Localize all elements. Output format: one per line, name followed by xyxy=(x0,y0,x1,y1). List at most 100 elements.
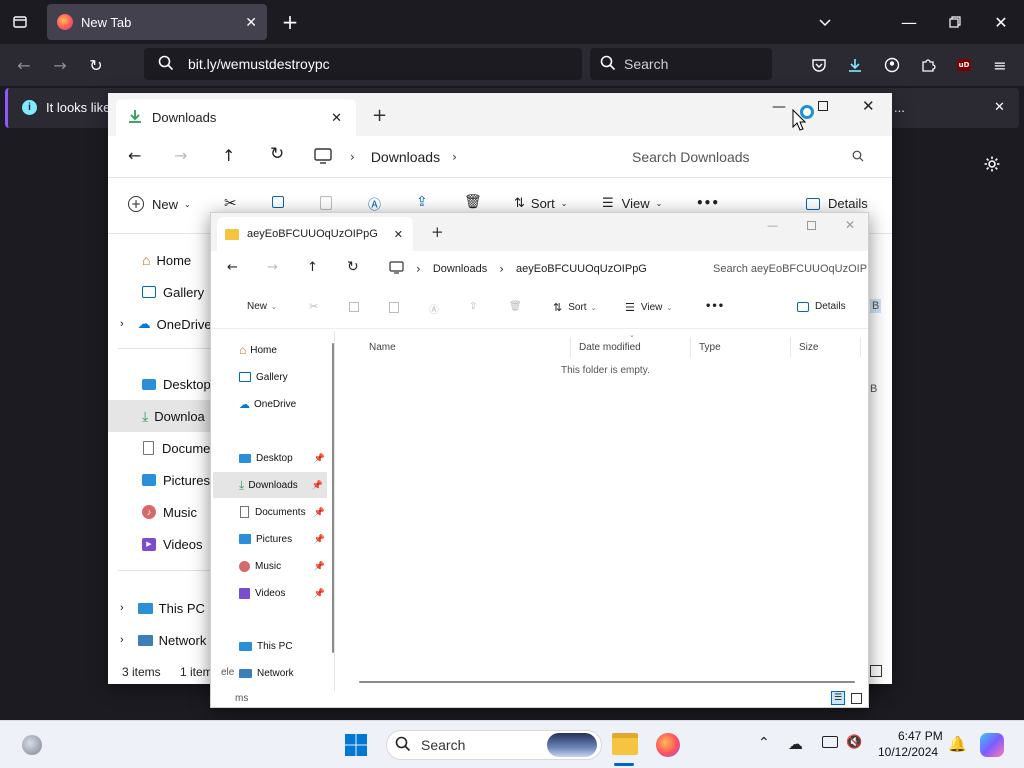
close-tab-icon[interactable]: ✕ xyxy=(394,228,403,241)
more-options-icon[interactable]: ••• xyxy=(696,196,719,210)
pin-icon[interactable]: 📌 xyxy=(314,561,325,572)
copy-icon[interactable] xyxy=(272,196,284,208)
minimize-icon[interactable]: — xyxy=(772,99,786,115)
pocket-icon[interactable] xyxy=(805,51,833,79)
share-icon[interactable]: ⇪ xyxy=(469,301,477,312)
delete-icon[interactable]: 🗑 xyxy=(464,194,482,210)
file-explorer-taskbar-icon[interactable] xyxy=(612,733,638,755)
details-view-icon[interactable]: ☰ xyxy=(831,691,845,705)
network-display-icon[interactable] xyxy=(822,736,838,748)
nav-item-network[interactable]: › Network xyxy=(108,624,212,656)
copilot-icon[interactable] xyxy=(980,733,1004,757)
nav-item-music[interactable]: ♪ Music xyxy=(108,496,212,528)
view-button[interactable]: ☰ View ⌄ xyxy=(602,196,662,211)
nav-item-documents[interactable]: Docume xyxy=(108,432,212,464)
nav-item-thispc[interactable]: › This PC xyxy=(108,592,212,624)
paste-icon[interactable] xyxy=(320,196,332,210)
nav-item-network[interactable]: Network xyxy=(225,660,329,686)
nav-item-home[interactable]: ⌂ Home xyxy=(108,244,212,276)
column-header-name[interactable]: Name xyxy=(361,337,571,357)
sort-button[interactable]: ⇅ Sort ⌄ xyxy=(553,301,596,314)
nav-item-downloads[interactable]: ⤓ Downloads 📌 xyxy=(213,472,327,498)
expand-chevron-icon[interactable]: › xyxy=(120,318,124,330)
list-tabs-chevron-icon[interactable] xyxy=(811,8,839,36)
nav-item-pictures[interactable]: Pictures xyxy=(108,464,212,496)
tiles-view-icon[interactable] xyxy=(870,665,882,677)
minimize-icon[interactable]: — xyxy=(895,8,923,36)
close-notice-icon[interactable]: ✕ xyxy=(994,99,1005,115)
clock-time[interactable]: 6:47 PM xyxy=(898,729,943,743)
nav-item-pictures[interactable]: Pictures 📌 xyxy=(225,526,329,552)
pin-icon[interactable]: 📌 xyxy=(314,534,325,545)
refresh-icon[interactable]: ↻ xyxy=(270,144,284,164)
back-arrow-icon[interactable]: ← xyxy=(10,51,38,79)
close-window-icon[interactable]: ✕ xyxy=(987,8,1015,36)
nav-item-downloads[interactable]: ⤓ Downloa xyxy=(108,400,212,432)
close-window-icon[interactable]: ✕ xyxy=(862,97,875,115)
new-tab-plus-icon[interactable]: + xyxy=(276,8,304,36)
nav-scrollbar[interactable] xyxy=(332,343,334,653)
widgets-weather-icon[interactable] xyxy=(22,735,42,755)
nav-item-thispc[interactable]: This PC xyxy=(225,633,329,659)
back-arrow-icon[interactable]: ← xyxy=(227,260,238,275)
pin-icon[interactable]: 📌 xyxy=(312,480,323,491)
downloads-icon[interactable] xyxy=(841,51,869,79)
clock-date[interactable]: 10/12/2024 xyxy=(878,745,938,759)
tab-overview-icon[interactable] xyxy=(6,8,34,36)
column-header-size[interactable]: Size xyxy=(791,337,861,357)
url-text[interactable]: bit.ly/wemustdestroypc xyxy=(188,56,330,72)
back-arrow-icon[interactable]: ← xyxy=(128,146,141,165)
explorer-tab-downloads[interactable]: Downloads ✕ xyxy=(116,99,356,136)
account-icon[interactable] xyxy=(878,51,906,79)
close-tab-icon[interactable]: ✕ xyxy=(331,110,342,126)
new-button[interactable]: + New ⌄ xyxy=(128,196,191,212)
nav-item-videos[interactable]: ▶ Videos xyxy=(108,528,212,560)
nav-item-gallery[interactable]: Gallery xyxy=(108,276,212,308)
cut-icon[interactable]: ✂ xyxy=(309,300,318,313)
refresh-icon[interactable]: ↻ xyxy=(347,259,359,275)
pin-icon[interactable]: 📌 xyxy=(314,453,325,464)
rename-icon[interactable]: Ⓐ xyxy=(429,301,439,316)
browser-tab[interactable]: New Tab ✕ xyxy=(47,4,267,40)
rename-icon[interactable]: Ⓐ xyxy=(368,194,381,213)
view-button[interactable]: ☰ View ⌄ xyxy=(625,301,672,314)
nav-item-music[interactable]: Music 📌 xyxy=(225,553,329,579)
firefox-taskbar-icon[interactable] xyxy=(656,733,680,757)
more-options-icon[interactable]: ••• xyxy=(705,301,724,312)
address-bar[interactable]: › Downloads › xyxy=(314,142,604,172)
nav-item-onedrive[interactable]: ☁ OneDrive xyxy=(225,391,329,417)
address-bar[interactable]: › Downloads › aeyEoBFCUUOqUzOIPpG xyxy=(389,256,691,282)
nav-item-videos[interactable]: Videos 📌 xyxy=(225,580,329,606)
paste-icon[interactable] xyxy=(389,302,399,313)
close-window-icon[interactable]: ✕ xyxy=(845,218,855,232)
nav-item-desktop[interactable]: Desktop xyxy=(108,368,212,400)
url-bar[interactable]: bit.ly/wemustdestroypc xyxy=(144,48,582,80)
settings-gear-icon[interactable] xyxy=(978,150,1006,178)
up-arrow-icon[interactable]: ↑ xyxy=(307,260,318,275)
new-button[interactable]: New ⌄ xyxy=(247,301,277,312)
horizontal-scrollbar[interactable] xyxy=(359,681,855,683)
tray-chevron-up-icon[interactable]: ⌃ xyxy=(758,735,770,751)
web-search-box[interactable]: Search xyxy=(590,48,772,80)
hamburger-menu-icon[interactable]: ≡ xyxy=(986,51,1014,79)
breadcrumb-downloads[interactable]: Downloads xyxy=(371,149,440,165)
copy-icon[interactable] xyxy=(349,302,359,312)
taskbar-search-box[interactable]: Search xyxy=(386,730,602,760)
delete-icon[interactable]: 🗑 xyxy=(509,301,522,312)
windows-start-icon[interactable] xyxy=(344,733,368,760)
pin-icon[interactable]: 📌 xyxy=(314,507,325,518)
extensions-puzzle-icon[interactable] xyxy=(914,51,942,79)
cloud-offline-icon[interactable]: ☁ xyxy=(788,735,803,753)
breadcrumb-downloads[interactable]: Downloads xyxy=(433,263,487,275)
ublock-icon[interactable]: uD xyxy=(950,51,978,79)
column-header-type[interactable]: Type xyxy=(691,337,791,357)
forward-arrow-icon[interactable]: → xyxy=(267,260,278,275)
sort-button[interactable]: ⇅ Sort ⌄ xyxy=(514,196,567,211)
explorer-search-box[interactable]: Search aeyEoBFCUUOqUzOIPpG xyxy=(705,256,867,282)
up-arrow-icon[interactable]: ↑ xyxy=(222,146,235,165)
notification-bell-icon[interactable]: 🔔 xyxy=(948,735,967,753)
restore-icon[interactable] xyxy=(941,8,969,36)
nav-item-gallery[interactable]: Gallery xyxy=(225,364,329,390)
breadcrumb-subfolder[interactable]: aeyEoBFCUUOqUzOIPpG xyxy=(516,263,647,275)
nav-item-desktop[interactable]: Desktop 📌 xyxy=(225,445,329,471)
